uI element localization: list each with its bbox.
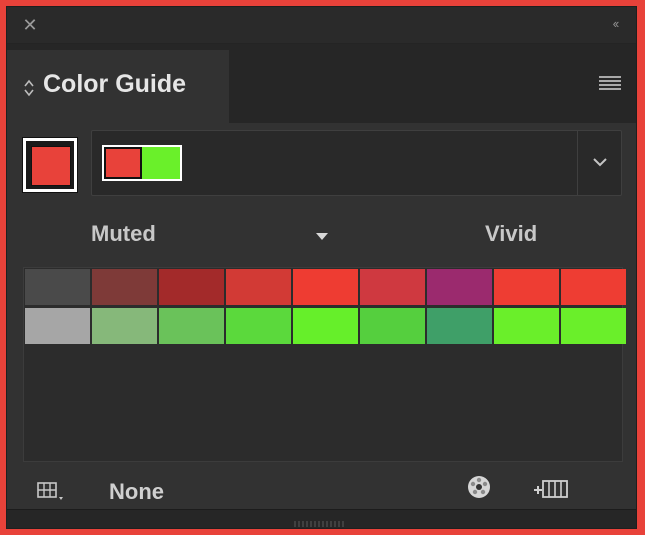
variation-swatch[interactable] <box>427 269 492 305</box>
variation-swatch[interactable] <box>25 308 90 344</box>
variation-swatch[interactable] <box>293 308 358 344</box>
variation-swatch[interactable] <box>159 269 224 305</box>
panel-titlebar: ✕ ‹‹ <box>7 7 636 44</box>
variation-swatch[interactable] <box>494 269 559 305</box>
harmony-swatch[interactable] <box>104 147 142 179</box>
harmony-colors <box>102 145 182 181</box>
variation-swatch[interactable] <box>92 269 157 305</box>
muted-label: Muted <box>91 221 156 246</box>
tab-color-guide[interactable]: Color Guide <box>7 50 230 123</box>
base-color-swatch[interactable] <box>23 138 77 192</box>
variation-swatch[interactable] <box>360 269 425 305</box>
harmony-rules-selector[interactable] <box>91 130 622 196</box>
close-icon[interactable]: ✕ <box>21 16 39 34</box>
variation-swatch[interactable] <box>293 269 358 305</box>
harmony-swatch[interactable] <box>142 147 180 179</box>
variation-swatch[interactable] <box>561 269 626 305</box>
hamburger-menu-icon[interactable] <box>598 74 622 92</box>
variation-swatch[interactable] <box>226 269 291 305</box>
variation-swatch[interactable] <box>494 308 559 344</box>
color-guide-panel: ✕ ‹‹ Color Guide Muted Vivid None <box>6 6 637 529</box>
variation-swatch[interactable] <box>25 269 90 305</box>
variation-swatch[interactable] <box>427 308 492 344</box>
variation-swatch[interactable] <box>360 308 425 344</box>
variation-swatch[interactable] <box>226 308 291 344</box>
limit-to-library-label[interactable]: None <box>109 479 164 505</box>
variation-swatch[interactable] <box>92 308 157 344</box>
variation-row-green <box>25 308 626 344</box>
save-color-group-icon[interactable] <box>530 476 570 502</box>
tab-row: Color Guide <box>7 44 636 123</box>
double-chevron-left-icon[interactable]: ‹‹ <box>606 17 624 31</box>
swatch-grid-icon[interactable] <box>37 481 67 503</box>
chevron-down-icon <box>593 158 607 167</box>
color-wheel-icon[interactable] <box>466 474 492 500</box>
color-variations-grid <box>23 267 626 462</box>
panel-resize-bar[interactable] <box>7 509 636 528</box>
vivid-label: Vivid <box>485 221 538 246</box>
variation-swatch[interactable] <box>159 308 224 344</box>
variation-row-red <box>25 269 626 305</box>
base-color-fill <box>31 146 71 186</box>
harmony-dropdown-button[interactable] <box>577 131 621 195</box>
variation-options-arrow-icon[interactable] <box>315 228 329 240</box>
resize-grip-icon[interactable] <box>291 515 351 527</box>
up-down-arrows-icon <box>23 78 35 98</box>
variation-swatch[interactable] <box>561 308 626 344</box>
tab-label: Color Guide <box>43 70 187 98</box>
